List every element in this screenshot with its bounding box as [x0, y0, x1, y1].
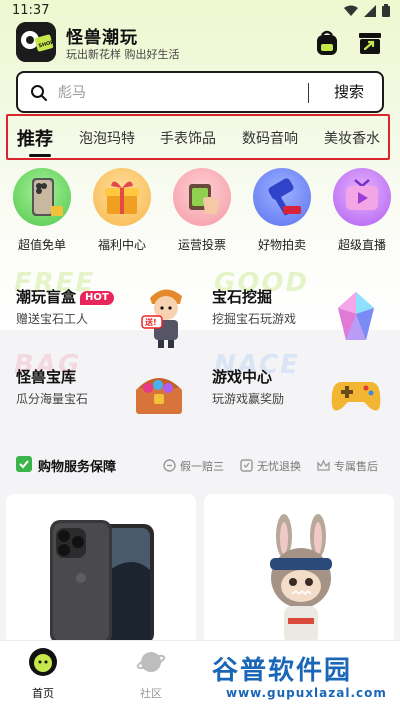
status-icons [344, 4, 390, 17]
quick-label: 运营投票 [177, 238, 226, 252]
status-bar: 11:37 [0, 0, 400, 22]
gem-crystal-icon [334, 290, 378, 348]
shield-check-icon [16, 456, 32, 472]
shopping-guarantee: 购物服务保障 假一赔三 无忧退换 专属售后 [0, 446, 400, 486]
feature-title: 潮玩盲盒 HOT [16, 286, 114, 307]
tab-digital-audio[interactable]: 数码音响 [242, 128, 298, 148]
feature-subtitle: 玩游戏赢奖励 [212, 392, 285, 406]
labubu-figure-image [270, 514, 332, 644]
quick-live[interactable]: 超级直播 [330, 168, 394, 253]
tab-watches-jewelry[interactable]: 手表饰品 [160, 128, 216, 148]
blind-box-character-icon: 送! [140, 282, 190, 352]
phone-gift-icon [13, 168, 71, 226]
nav-label: 首页 [32, 687, 54, 700]
fake-compensation-icon [163, 459, 176, 472]
vote-hand-icon [173, 168, 231, 226]
nav-label: 社区 [140, 687, 162, 700]
quick-label: 超级直播 [337, 238, 386, 252]
game-controller-icon [330, 376, 382, 420]
feature-subtitle: 瓜分海量宝石 [16, 392, 89, 406]
category-tabs: 推荐 泡泡玛特 手表饰品 数码音响 美妆香水 [6, 114, 390, 160]
feature-title: 宝石挖掘 [212, 288, 273, 306]
search-bar[interactable]: 彪马 搜索 [16, 71, 384, 113]
nav-home[interactable]: 首页 [8, 647, 78, 701]
search-input[interactable]: 彪马 [58, 82, 86, 102]
iphone-product-image [50, 520, 154, 644]
wifi-icon [344, 5, 358, 16]
return-icon [240, 459, 253, 472]
nav-community[interactable]: 社区 [116, 647, 186, 701]
tab-beauty-perfume[interactable]: 美妆香水 [324, 128, 380, 148]
svg-text:送!: 送! [144, 317, 157, 327]
app-slogan: 玩出新花样 购出好生活 [66, 48, 180, 61]
app-title: 怪兽潮玩 [66, 28, 138, 48]
feature-title: 怪兽宝库 [16, 368, 77, 386]
quick-free-order[interactable]: 超值免单 [10, 168, 74, 253]
status-time: 11:37 [12, 3, 50, 18]
quick-label: 好物拍卖 [257, 238, 306, 252]
gift-box-icon [93, 168, 151, 226]
feature-subtitle: 挖掘宝石玩游戏 [212, 312, 297, 326]
hot-badge: HOT [80, 291, 114, 305]
home-monster-icon [29, 648, 57, 676]
treasure-chest-icon [130, 368, 188, 424]
feature-title: 游戏中心 [212, 368, 273, 386]
product-card-labubu[interactable] [204, 494, 394, 644]
guarantee-item: 假一赔三 [180, 460, 224, 473]
quick-welfare-center[interactable]: 福利中心 [90, 168, 154, 253]
quick-label: 超值免单 [17, 238, 66, 252]
watermark-title: 谷普软件园 [212, 656, 353, 686]
share-box-icon[interactable] [355, 28, 385, 58]
crown-icon [317, 459, 330, 471]
search-divider [308, 83, 309, 103]
auction-gavel-icon [253, 168, 311, 226]
app-logo: SHOP [16, 22, 56, 62]
planet-icon [136, 652, 166, 672]
watermark-url: www.gupuxlazal.com [226, 686, 387, 700]
quick-vote[interactable]: 运营投票 [170, 168, 234, 253]
tab-active-indicator [29, 154, 51, 157]
guarantee-item: 无忧退换 [257, 460, 301, 473]
guarantee-title: 购物服务保障 [38, 460, 117, 475]
feature-subtitle: 赠送宝石工人 [16, 312, 89, 326]
quick-label: 福利中心 [97, 238, 146, 252]
tab-popmart[interactable]: 泡泡玛特 [79, 128, 135, 148]
product-card-iphone[interactable] [6, 494, 196, 644]
backpack-icon[interactable] [312, 28, 342, 58]
site-watermark: 谷普软件园 www.gupuxlazal.com [204, 648, 394, 708]
search-icon [31, 85, 47, 101]
signal-icon [364, 4, 376, 17]
battery-icon [382, 4, 390, 17]
live-tv-icon [333, 168, 391, 226]
tab-recommend[interactable]: 推荐 [17, 125, 53, 151]
quick-auction[interactable]: 好物拍卖 [250, 168, 314, 253]
search-button[interactable]: 搜索 [316, 73, 382, 111]
guarantee-item: 专属售后 [334, 460, 378, 473]
feature-title-text: 潮玩盲盒 [16, 288, 77, 306]
